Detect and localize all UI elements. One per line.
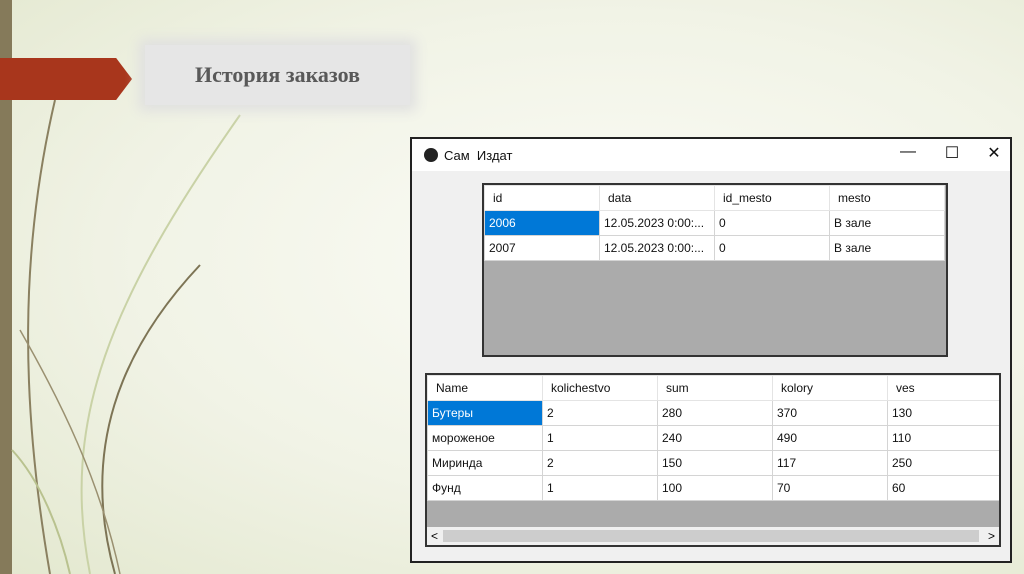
close-button[interactable]: ✕ [974, 143, 1014, 163]
table-cell[interactable]: В зале [829, 235, 945, 261]
table-cell[interactable]: 150 [657, 450, 773, 476]
table-cell[interactable]: 2007 [484, 235, 600, 261]
table-row[interactable]: 2007 12.05.2023 0:00:... 0 В зале [484, 235, 945, 261]
table-cell[interactable]: 2 [542, 450, 658, 476]
table-cell[interactable]: 117 [772, 450, 888, 476]
horizontal-scrollbar[interactable]: < > [427, 527, 999, 545]
table-cell[interactable]: 2006 [484, 210, 600, 236]
table-cell[interactable]: В зале [829, 210, 945, 236]
column-header[interactable]: kolory [772, 375, 888, 401]
orders-grid[interactable]: id data id_mesto mesto 2006 12.05.2023 0:00:.… [482, 183, 948, 357]
table-cell[interactable]: Фунд [427, 475, 543, 501]
table-cell[interactable]: 70 [772, 475, 888, 501]
table-row[interactable]: Миринда 2 150 117 250 [427, 450, 999, 476]
table-row[interactable]: мороженое 1 240 490 110 [427, 425, 999, 451]
title-bar: Сам Издат — ☐ ✕ [412, 139, 1010, 171]
table-cell[interactable]: 12.05.2023 0:00:... [599, 235, 715, 261]
table-cell[interactable]: 0 [714, 210, 830, 236]
table-cell[interactable]: 370 [772, 400, 888, 426]
maximize-button[interactable]: ☐ [932, 143, 972, 163]
column-header[interactable]: id [484, 185, 600, 211]
table-cell[interactable]: 1 [542, 425, 658, 451]
table-cell[interactable]: Миринда [427, 450, 543, 476]
table-cell[interactable]: 490 [772, 425, 888, 451]
table-cell[interactable]: Бутеры [427, 400, 543, 426]
table-cell[interactable]: 12.05.2023 0:00:... [599, 210, 715, 236]
scroll-left-button[interactable]: < [431, 529, 438, 543]
table-cell[interactable]: 1 [542, 475, 658, 501]
table-cell[interactable]: мороженое [427, 425, 543, 451]
table-row[interactable]: Фунд 1 100 70 60 [427, 475, 999, 501]
app-icon [424, 148, 438, 162]
column-header[interactable]: data [599, 185, 715, 211]
window-title: Сам Издат [444, 147, 513, 163]
table-cell[interactable]: 0 [714, 235, 830, 261]
column-header[interactable]: Name [427, 375, 543, 401]
scroll-right-button[interactable]: > [988, 529, 995, 543]
table-cell[interactable]: 100 [657, 475, 773, 501]
header-row: Name kolichestvo sum kolory ves [427, 375, 999, 401]
slide-title-box: История заказов [145, 45, 410, 105]
table-cell[interactable]: 250 [887, 450, 999, 476]
table-cell[interactable]: 110 [887, 425, 999, 451]
column-header[interactable]: kolichestvo [542, 375, 658, 401]
table-cell[interactable]: 240 [657, 425, 773, 451]
slide-title: История заказов [195, 62, 360, 87]
column-header[interactable]: id_mesto [714, 185, 830, 211]
column-header[interactable]: mesto [829, 185, 945, 211]
column-header[interactable]: sum [657, 375, 773, 401]
items-grid[interactable]: Name kolichestvo sum kolory ves Бутеры 2 280 370… [425, 373, 1001, 547]
table-cell[interactable]: 130 [887, 400, 999, 426]
table-cell[interactable]: 280 [657, 400, 773, 426]
column-header[interactable]: ves [887, 375, 999, 401]
table-cell[interactable]: 2 [542, 400, 658, 426]
minimize-button[interactable]: — [888, 143, 928, 161]
scroll-thumb[interactable] [443, 530, 979, 542]
header-row: id data id_mesto mesto [484, 185, 945, 211]
title-arrow [0, 58, 132, 100]
table-row[interactable]: 2006 12.05.2023 0:00:... 0 В зале [484, 210, 945, 236]
table-cell[interactable]: 60 [887, 475, 999, 501]
app-window: Сам Издат — ☐ ✕ id data id_mesto mesto 2006 1… [410, 137, 1012, 563]
table-row[interactable]: Бутеры 2 280 370 130 [427, 400, 999, 426]
